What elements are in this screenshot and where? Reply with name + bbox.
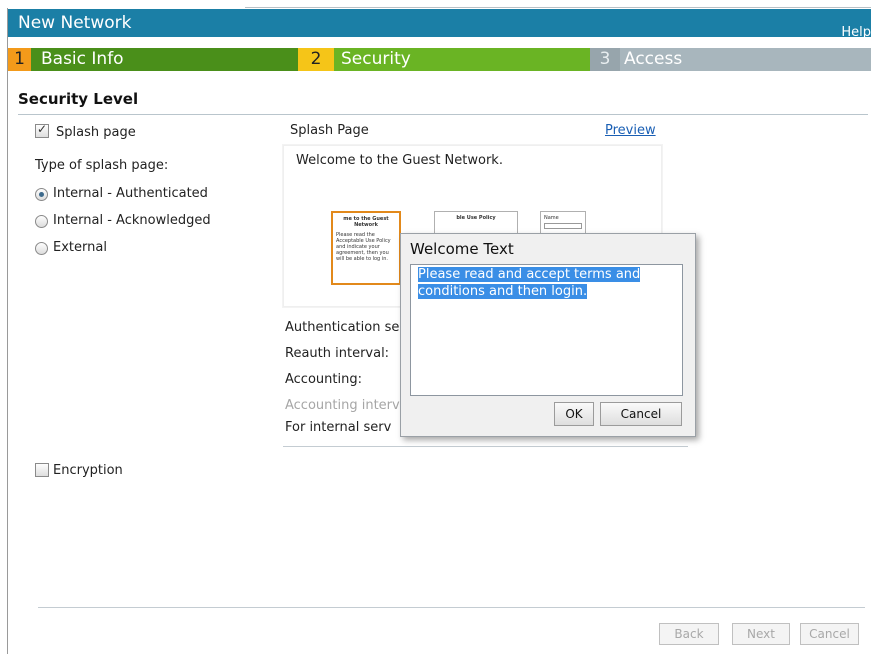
window-top-border [245,7,871,8]
authentication-server-label: Authentication se [285,320,400,335]
step-security[interactable]: 2 Security [298,48,590,71]
encryption-label: Encryption [53,463,123,478]
checkmark-icon: ✓ [37,122,48,136]
section-divider [18,114,868,115]
radio-internal-authenticated[interactable] [35,188,48,201]
thumbnail-title: ble Use Policy [456,215,496,221]
accounting-label: Accounting: [285,372,362,387]
step-number: 1 [8,48,31,71]
thumbnail-body: Please read the Acceptable Use Policy an… [336,232,391,262]
cancel-button[interactable]: Cancel [600,402,682,426]
back-button[interactable]: Back [659,623,719,645]
splash-page-label: Splash page [56,125,136,140]
reauth-interval-label: Reauth interval: [285,346,390,361]
step-access[interactable]: 3 Access [590,48,871,71]
step-label: Access [624,49,683,69]
page-thumbnail-selected[interactable]: me to the Guest Network Please read the … [331,211,401,285]
radio-label: Internal - Acknowledged [53,213,211,228]
splash-page-heading: Splash Page [290,123,369,138]
title-bar: Help [8,9,871,40]
internal-server-label: For internal serv [285,420,392,435]
thumbnail-title: me to the Guest Network [343,216,389,228]
next-button[interactable]: Next [732,623,790,645]
radio-external[interactable] [35,242,48,255]
thumbnail-field [544,223,582,229]
preview-link[interactable]: Preview [605,123,656,138]
step-number: 3 [590,48,620,71]
selected-text-line: Please read and accept terms and [418,267,641,282]
selected-text-line: conditions and then login. [418,284,588,299]
step-number: 2 [298,48,334,71]
radio-internal-acknowledged[interactable] [35,215,48,228]
window-title: New Network [18,13,132,33]
radio-selected-dot [39,192,44,197]
encryption-checkbox[interactable] [35,463,49,477]
radio-label: Internal - Authenticated [53,186,208,201]
thumbnail-title: Name [544,215,559,221]
dialog-title: Welcome Text [410,240,514,258]
splash-type-label: Type of splash page: [35,158,169,173]
ok-button[interactable]: OK [554,402,594,426]
splash-page-checkbox[interactable]: ✓ [35,122,49,138]
footer-divider [38,607,865,608]
welcome-text-preview[interactable]: Welcome to the Guest Network. [296,153,503,168]
radio-label: External [53,240,107,255]
section-title: Security Level [18,90,139,108]
splash-divider [283,446,688,447]
accounting-interval-label: Accounting interv [285,398,400,413]
step-label: Security [341,49,411,69]
welcome-text-value[interactable]: Please read and accept terms and conditi… [418,266,680,300]
step-label: Basic Info [41,49,124,69]
help-link[interactable]: Help [841,25,871,40]
step-basic-info[interactable]: 1 Basic Info [8,48,298,71]
cancel-wizard-button[interactable]: Cancel [800,623,859,645]
